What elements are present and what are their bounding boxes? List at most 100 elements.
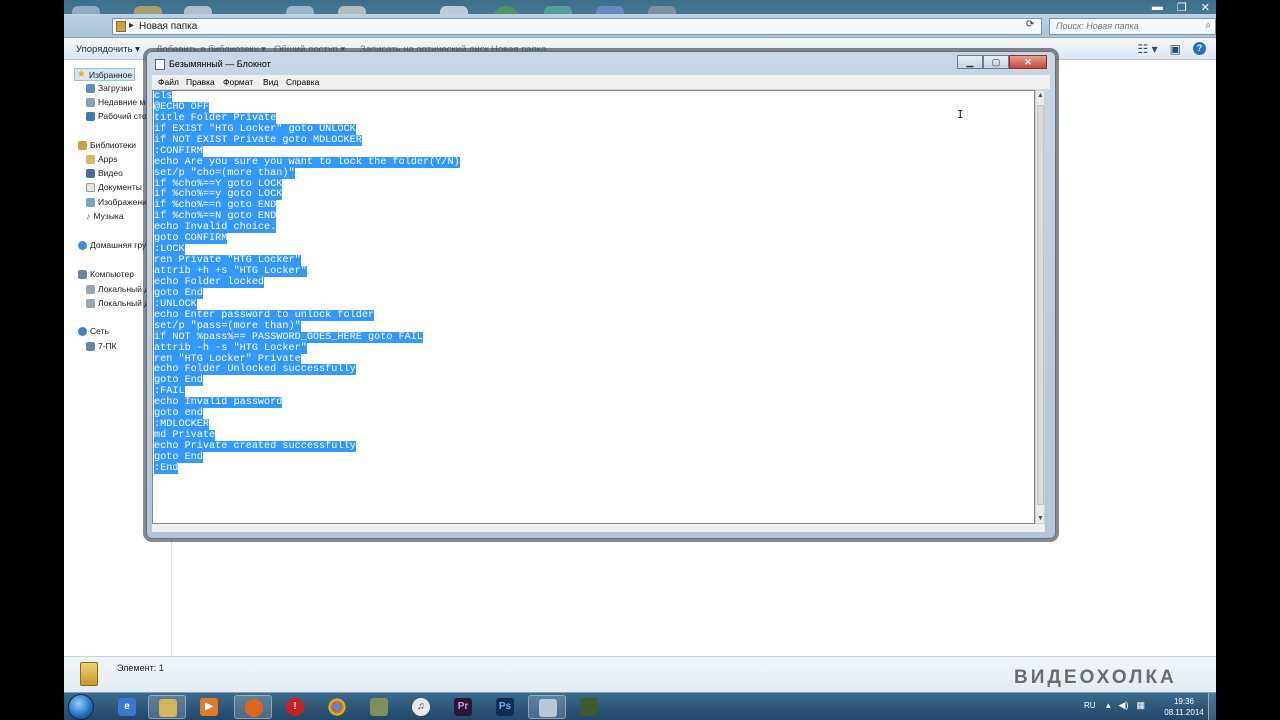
nav-computer[interactable]: Компьютер: [78, 269, 134, 279]
taskbar-media[interactable]: ▶: [190, 695, 228, 719]
selected-text: echo Are you sure you want to lock the f…: [154, 156, 460, 168]
nav-libraries[interactable]: Библиотеки: [78, 140, 136, 150]
organize-button[interactable]: Упорядочить ▾: [76, 44, 140, 55]
notepad-text-area[interactable]: cls @ECHO OFF title Folder Private if EXIST…: [152, 90, 1035, 524]
menu-help[interactable]: Справка: [286, 77, 319, 87]
selected-text: attrib +h +s "HTG Locker": [154, 266, 307, 277]
selected-text: goto end: [154, 408, 203, 420]
nav-favorites[interactable]: ★ Избранное: [74, 68, 136, 81]
itunes-icon: ♫: [412, 698, 430, 716]
explorer-window-controls: ▬ ❐ ✕: [1152, 1, 1210, 14]
computer-icon: [86, 341, 95, 351]
selected-text: echo Folder Unlocked successfully: [154, 364, 356, 376]
menu-format[interactable]: Формат: [223, 77, 253, 87]
scroll-up-icon[interactable]: ▲: [1037, 92, 1044, 99]
libraries-icon: [78, 140, 87, 150]
code-line: goto End: [154, 287, 460, 300]
show-desktop-button[interactable]: [1208, 693, 1216, 720]
selected-text: :UNLOCK: [154, 298, 197, 310]
search-input[interactable]: Поиск: Новая папка ⌕: [1049, 18, 1216, 35]
nav-images[interactable]: Изображения: [86, 197, 151, 207]
network-icon[interactable]: ▦: [1136, 700, 1145, 711]
drive-icon: [86, 284, 95, 294]
code-line: :CONFIRM: [154, 145, 460, 158]
selected-text: set/p "pass=(more than)": [154, 320, 301, 332]
selected-text: echo Invalid password: [154, 397, 283, 409]
view-options-icon[interactable]: ☷ ▾: [1138, 42, 1158, 56]
code-line: echo Are you sure you want to lock the f…: [154, 156, 460, 169]
nav-apps[interactable]: Apps: [86, 154, 117, 164]
selected-text: goto CONFIRM: [154, 233, 228, 245]
photoshop-icon: Ps: [496, 698, 514, 716]
taskbar-folder-app[interactable]: [360, 695, 398, 719]
premiere-icon: Pr: [454, 698, 472, 716]
nav-network[interactable]: Сеть: [78, 326, 109, 336]
watermark: ВИДЕОХОЛКА: [1014, 667, 1177, 688]
taskbar-opera[interactable]: !: [276, 695, 314, 719]
text-cursor-icon: I: [957, 108, 964, 121]
clock-date: 08.11.2014: [1164, 708, 1204, 717]
taskbar-notepad[interactable]: [528, 695, 566, 719]
notepad-window-controls: ▁ ▢ ✕: [957, 55, 1047, 69]
code-line: goto End: [154, 375, 460, 387]
minimize-button[interactable]: ▁: [957, 55, 983, 69]
maximize-button[interactable]: ▢: [983, 55, 1009, 69]
selected-text: goto End: [154, 451, 203, 463]
folder-app-icon: [370, 698, 388, 716]
scroll-down-icon[interactable]: ▼: [1037, 515, 1044, 522]
taskbar-photoshop[interactable]: Ps: [486, 695, 524, 719]
code-line: set/p "pass=(more than)": [154, 320, 460, 333]
tray-icons: ▴ ◀) ▦: [1106, 700, 1145, 711]
taskbar-explorer[interactable]: [148, 695, 186, 719]
selected-text: echo Private created successfully: [154, 441, 356, 452]
notepad-icon: [539, 699, 557, 717]
menu-edit[interactable]: Правка: [186, 77, 215, 87]
taskbar-game[interactable]: [570, 695, 608, 719]
nav-desktop[interactable]: Рабочий стол: [86, 111, 151, 121]
recent-places-icon: [86, 97, 95, 107]
selected-text: md Private: [154, 430, 216, 442]
scroll-thumb[interactable]: [1037, 105, 1044, 505]
chevron-up-icon[interactable]: ▴: [1106, 700, 1111, 711]
close-icon[interactable]: ✕: [1201, 1, 1210, 14]
close-button[interactable]: ✕: [1009, 55, 1047, 69]
folder-icon: [80, 662, 98, 686]
nav-music[interactable]: ♪ Музыка: [86, 211, 124, 221]
selected-text: set/p "cho=(more than)": [154, 167, 295, 179]
video-icon: [86, 168, 95, 178]
menu-file[interactable]: Файл: [158, 77, 179, 87]
chevron-right-icon[interactable]: ▸: [129, 20, 134, 31]
nav-video[interactable]: Видео: [86, 168, 123, 178]
nav-documents[interactable]: Документы: [86, 182, 142, 192]
taskbar-ie[interactable]: e: [108, 695, 146, 719]
clock-time: 19:36: [1173, 697, 1195, 706]
preview-pane-icon[interactable]: ▣: [1170, 42, 1181, 56]
clock[interactable]: 19:36 08.11.2014: [1162, 696, 1206, 718]
selected-text: goto End: [154, 287, 203, 299]
explorer-address-bar-row: ▬ ❐ ✕ ▸ Новая папка ⟳ Поиск: Новая папка…: [64, 1, 1216, 38]
selected-text: ren "HTG Locker" Private: [154, 353, 301, 365]
taskbar-premiere[interactable]: Pr: [444, 695, 482, 719]
star-icon: ★: [77, 69, 86, 80]
taskbar-firefox[interactable]: [234, 695, 272, 719]
menu-view[interactable]: Вид: [263, 77, 278, 87]
volume-icon[interactable]: ◀): [1119, 700, 1129, 711]
selected-text: echo Enter password to unlock folder: [154, 309, 375, 321]
vertical-scrollbar[interactable]: ▲ ▼: [1035, 90, 1045, 524]
folder-icon: [86, 154, 95, 164]
code-line: goto End: [154, 451, 460, 464]
minimize-icon[interactable]: ▬: [1152, 1, 1163, 14]
address-bar[interactable]: ▸ Новая папка: [112, 18, 1042, 35]
nav-downloads[interactable]: Загрузки: [86, 83, 132, 93]
refresh-icon[interactable]: ⟳: [1026, 19, 1034, 30]
search-icon[interactable]: ⌕: [1205, 20, 1211, 31]
screen: ▬ ❐ ✕ ▸ Новая папка ⟳ Поиск: Новая папка…: [0, 0, 1280, 720]
help-icon[interactable]: ?: [1193, 42, 1206, 55]
start-button[interactable]: [68, 694, 94, 720]
nav-pc[interactable]: 7-ПК: [86, 341, 117, 351]
downloads-icon: [86, 83, 95, 93]
language-indicator[interactable]: RU: [1084, 701, 1096, 710]
taskbar-chrome[interactable]: [318, 695, 356, 719]
taskbar-itunes[interactable]: ♫: [402, 695, 440, 719]
maximize-icon[interactable]: ❐: [1177, 1, 1187, 14]
